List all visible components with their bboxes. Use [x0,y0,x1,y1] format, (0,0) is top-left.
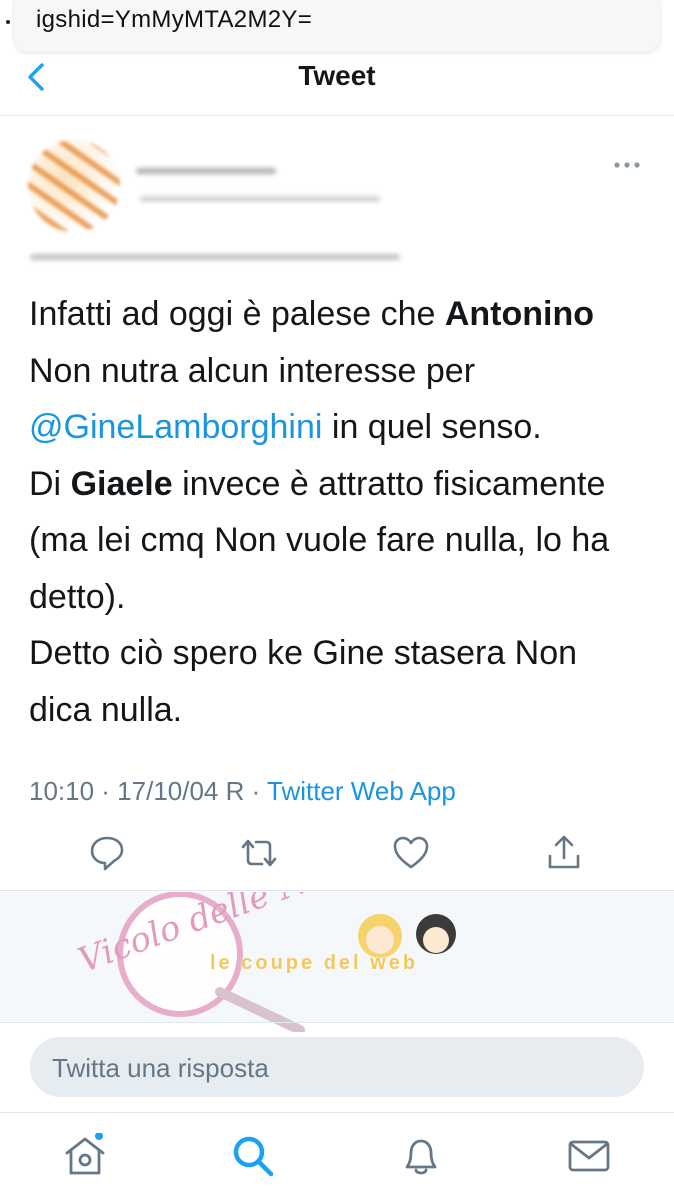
tweet-text: Infatti ad oggi è palese che Antonino Non… [29,286,649,738]
divider [0,890,674,891]
reply-input[interactable]: Twitta una risposta [30,1037,644,1097]
tweet-author[interactable] [0,126,674,276]
tweet-line: Non nutra alcun interesse per [29,343,649,400]
watermark-band-text: le coupe del web [210,952,419,974]
search-icon[interactable] [230,1133,276,1179]
avatar[interactable] [28,140,120,232]
tweet-text-segment: detto). [29,577,126,616]
tweet-line: Di Giaele invece è attratto fisicamente [29,456,649,513]
reply-context-obscured [30,254,400,260]
url-banner[interactable]: igshid=YmMyMTA2M2Y= [6,0,660,52]
tweet-actions [0,830,674,880]
tweet-text-segment: Di [29,464,71,503]
bold-text: Antonino [444,295,595,333]
bottom-tab-bar [0,1112,674,1200]
nav-header: Tweet [0,52,674,116]
tweet-text-segment: (ma lei cmq Non vuole fare nulla, lo ha [29,521,610,559]
tweet-line: Detto ciò spero ke Gine stasera Non [29,625,649,682]
mention-link[interactable]: @GineLamborghini [29,408,322,446]
bell-icon[interactable] [398,1133,444,1179]
tweet-line: detto). [29,569,649,626]
tweet-text-segment: Non nutra alcun interesse per [29,351,476,390]
status-dot [6,20,10,24]
share-icon[interactable] [545,834,583,872]
tweet-line: Infatti ad oggi è palese che Antonino [29,286,649,343]
more-horizontal-icon[interactable] [612,158,642,172]
page-title: Tweet [298,60,376,91]
tweet-source-link[interactable]: Twitter Web App [267,776,456,806]
divider [0,1022,674,1023]
url-text: igshid=YmMyMTA2M2Y= [36,6,313,33]
tweet-line: dica nulla. [29,682,649,739]
tweet-meta: 10:10 · 17/10/04 R · Twitter Web App [29,776,456,807]
tweet-text-segment: invece è attratto fisicamente [172,464,606,503]
tweet-screen: igshid=YmMyMTA2M2Y= Tweet Infatti ad ogg… [0,0,674,1200]
author-name-obscured [136,168,276,174]
home-icon[interactable] [62,1133,108,1179]
bold-text: Giaele [70,464,173,503]
reply-placeholder: Twitta una risposta [52,1053,269,1083]
heart-icon[interactable] [392,834,430,872]
comment-icon[interactable] [88,834,126,872]
tweet-timestamp: 10:10 · 17/10/04 R · [29,776,268,806]
tweet-line: @GineLamborghini in quel senso. [29,399,649,456]
retweet-icon[interactable] [240,834,278,872]
tweet-text-segment: Infatti ad oggi è palese che [29,295,445,333]
tweet-text-segment: in quel senso. [322,408,542,446]
tweet-line: (ma lei cmq Non vuole fare nulla, lo ha [29,512,649,569]
tweet-text-segment: Detto ciò spero ke Gine stasera Non [29,634,578,672]
author-handle-obscured [140,196,380,202]
mail-icon[interactable] [566,1133,612,1179]
tweet-text-segment: dica nulla. [29,690,183,729]
